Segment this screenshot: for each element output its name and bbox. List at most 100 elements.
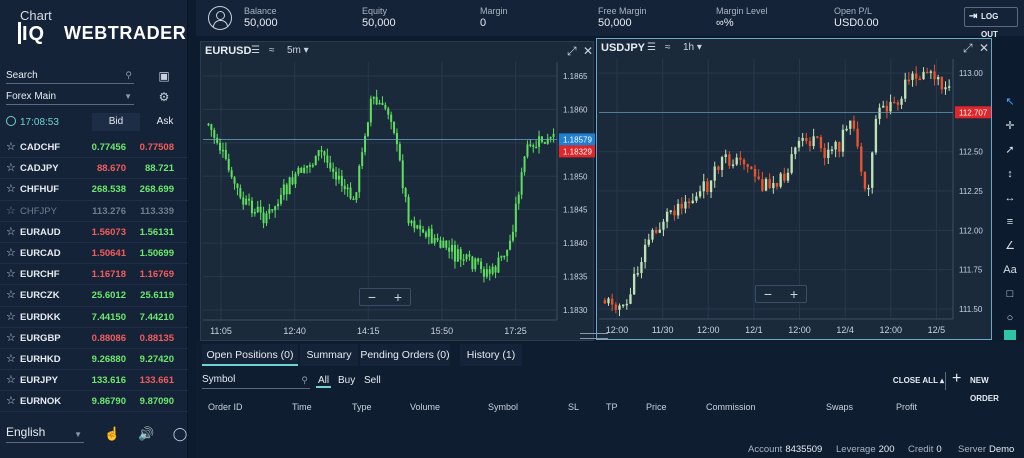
star-icon[interactable]: ☆ [6,161,16,174]
chart-menu-icon[interactable]: ☰ [251,45,260,56]
zoom-out-button[interactable]: − [360,289,384,305]
tab-history[interactable]: History (1) [460,344,522,366]
watchlist-ask[interactable]: 1.16769 [140,269,174,280]
chart-interval-select[interactable]: 1h ▾ [683,42,702,53]
watchlist-bid[interactable]: 9.26880 [92,354,126,365]
watchlist-row[interactable]: ☆ EURCZK 25.6012 25.6119 [0,285,188,307]
filter-sell[interactable]: Sell [364,375,381,386]
chart-panel-usdjpy[interactable]: 113.00112.75112.50112.25112.00111.75111.… [596,38,992,340]
chart-link-icon[interactable]: ≈ [665,42,671,53]
watchlist-ask[interactable]: 1.56131 [140,227,174,238]
watchlist-row[interactable]: ☆ EURJPY 133.616 133.661 [0,370,188,392]
filter-all[interactable]: All [316,375,332,388]
filter-buy[interactable]: Buy [338,375,355,386]
star-icon[interactable]: ☆ [6,373,16,386]
watchlist-row[interactable]: ☆ CHFJPY 113.276 113.339 [0,201,188,222]
new-order-button[interactable]: + NEW ORDER [952,370,1018,403]
watchlist-bid[interactable]: 0.88086 [92,333,126,344]
settings-gear-icon[interactable]: ⚙ [157,90,171,104]
chart-link-icon[interactable]: ≈ [269,45,275,56]
col-tp[interactable]: TP [606,402,618,412]
watchlist-row[interactable]: ☆ EURAUD 1.56073 1.56131 [0,222,188,243]
col-order-id[interactable]: Order ID [208,402,243,412]
logout-button[interactable]: ⇥ LOG OUT [964,7,1018,39]
language-select[interactable]: English ▼ [6,425,84,443]
close-icon[interactable]: ✕ [583,44,593,58]
col-swaps[interactable]: Swaps [826,402,853,412]
sound-icon[interactable]: 🔊 [138,426,154,442]
trendline-icon[interactable]: ➚ [1002,142,1018,158]
color-swatch-icon[interactable] [1004,330,1016,340]
watchlist-row[interactable]: ☆ CADCHF 0.77456 0.77508 [0,137,188,159]
symbol-filter-input[interactable]: Symbol ⚲ [202,373,310,389]
watchlist-ask[interactable]: 113.339 [140,206,174,217]
col-time[interactable]: Time [292,402,312,412]
watchlist-row[interactable]: ☆ EURCHF 1.16718 1.16769 [0,264,188,286]
user-account-icon[interactable] [208,6,232,30]
channel-icon[interactable]: ≡ [1002,214,1018,230]
hand-pointer-icon[interactable]: ☝ [104,426,120,442]
add-document-icon[interactable]: ▣ [157,69,171,83]
expand-icon[interactable]: ⤢ [963,41,973,56]
chart-interval-select[interactable]: 5m ▾ [287,45,309,56]
watchlist-ask[interactable]: 25.6119 [140,290,174,301]
cursor-icon[interactable]: ↖ [1002,94,1018,110]
panel-resize-handle[interactable] [580,333,608,339]
watchlist-bid[interactable]: 88.670 [97,163,126,174]
watchlist-bid[interactable]: 9.86790 [92,396,126,407]
chart-symbol[interactable]: USDJPY [601,42,645,54]
zoom-out-button[interactable]: − [756,286,780,302]
star-icon[interactable]: ☆ [6,352,16,365]
tab-pending-orders[interactable]: Pending Orders (0) [360,344,450,366]
watchlist-bid[interactable]: 7.44150 [92,312,126,323]
fibonacci-icon[interactable]: ∠ [1002,238,1018,254]
horizontal-line-icon[interactable]: ↔ [1002,190,1018,206]
tab-open-positions[interactable]: Open Positions (0) [202,344,298,366]
crosshair-icon[interactable]: ✛ [1002,118,1018,134]
rectangle-icon[interactable]: □ [1002,286,1018,302]
col-volume[interactable]: Volume [410,402,440,412]
bid-column-header[interactable]: Bid [92,113,140,131]
star-icon[interactable]: ☆ [6,310,16,323]
lightbulb-icon[interactable]: ◯ [172,426,188,442]
star-icon[interactable]: ☆ [6,182,16,195]
chart-menu-icon[interactable]: ☰ [647,42,656,53]
chart-panel-eurusd[interactable]: 1.18651.18601.18551.18501.18451.18401.18… [200,41,595,341]
watchlist-row[interactable]: ☆ CADJPY 88.670 88.721 [0,158,188,180]
ellipse-icon[interactable]: ○ [1002,310,1018,326]
col-symbol[interactable]: Symbol [488,402,518,412]
col-price[interactable]: Price [646,402,667,412]
watchlist-ask[interactable]: 9.27420 [140,354,174,365]
close-all-button[interactable]: CLOSE ALL ▴ [892,372,946,390]
watchlist-bid[interactable]: 25.6012 [92,290,126,301]
col-sl[interactable]: SL [568,402,579,412]
watchlist-bid[interactable]: 1.56073 [92,227,126,238]
search-input[interactable]: Search ⚲ [6,68,134,84]
zoom-in-button[interactable]: + [386,289,410,305]
watchlist-bid[interactable]: 1.50641 [92,248,126,259]
watchlist-ask[interactable]: 0.88135 [140,333,174,344]
star-icon[interactable]: ☆ [6,288,16,301]
watchlist-ask[interactable]: 0.77508 [140,142,174,153]
close-icon[interactable]: ✕ [979,41,989,55]
watchlist-ask[interactable]: 133.661 [140,375,174,386]
ask-column-header[interactable]: Ask [142,113,188,131]
zoom-in-button[interactable]: + [782,286,806,302]
expand-icon[interactable]: ⤢ [567,44,577,59]
watchlist-row[interactable]: ☆ CHFHUF 268.538 268.699 [0,179,188,201]
chart-symbol[interactable]: EURUSD [205,45,251,57]
col-profit[interactable]: Profit [896,402,917,412]
watchlist-row[interactable]: ☆ EURHKD 9.26880 9.27420 [0,349,188,371]
watchlist-bid[interactable]: 1.16718 [92,269,126,280]
watchlist-bid[interactable]: 268.538 [92,184,126,195]
watchlist-ask[interactable]: 88.721 [145,163,174,174]
watchlist-row[interactable]: ☆ EURCAD 1.50641 1.50699 [0,243,188,265]
watchlist-ask[interactable]: 7.44210 [140,312,174,323]
watchlist-ask[interactable]: 1.50699 [140,248,174,259]
star-icon[interactable]: ☆ [6,225,16,238]
watchlist-ask[interactable]: 9.87090 [140,396,174,407]
star-icon[interactable]: ☆ [6,267,16,280]
watchlist-bid[interactable]: 133.616 [92,375,126,386]
watchlist-row[interactable]: ☆ EURNOK 9.86790 9.87090 [0,391,188,413]
watchlist-row[interactable]: ☆ EURDKK 7.44150 7.44210 [0,307,188,328]
